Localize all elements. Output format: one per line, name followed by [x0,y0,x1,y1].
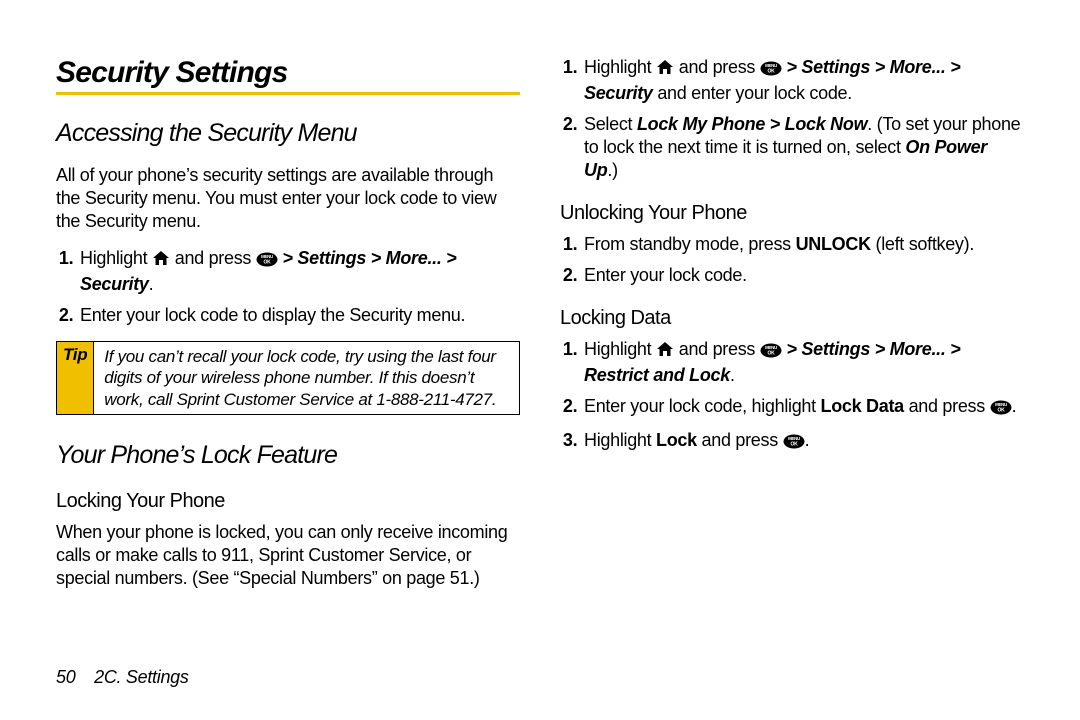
home-icon [152,249,170,272]
heading-lock-feature: Your Phone’s Lock Feature [56,441,520,470]
page-number: 50 [56,667,75,687]
step-1: Highlight and press MENUOK > Settings > … [582,56,1024,105]
manual-page: Security Settings Accessing the Security… [0,0,1080,720]
svg-text:OK: OK [997,408,1005,414]
svg-text:OK: OK [767,351,775,357]
step-1: From standby mode, press UNLOCK (left so… [582,233,1024,256]
svg-text:OK: OK [790,442,798,448]
right-column: Highlight and press MENUOK > Settings > … [560,56,1024,604]
tip-text: If you can’t recall your lock code, try … [94,342,519,414]
heading-locking-data: Locking Data [560,307,1024,330]
section-label: 2C. Settings [94,667,188,687]
svg-text:OK: OK [263,260,271,266]
home-icon [656,340,674,363]
step-1: Highlight and press MENUOK > Settings > … [78,247,520,296]
steps-lock-phone: Highlight and press MENUOK > Settings > … [560,56,1024,182]
steps-access-security: Highlight and press MENUOK > Settings > … [56,247,520,327]
ok-button-icon: MENUOK [760,341,782,364]
heading-locking-phone: Locking Your Phone [56,490,520,513]
heading-unlocking: Unlocking Your Phone [560,202,1024,225]
step-2: Enter your lock code, highlight Lock Dat… [582,395,1024,421]
step-3: Highlight Lock and press MENUOK . [582,429,1024,455]
svg-text:MENU: MENU [765,345,777,350]
columns: Security Settings Accessing the Security… [56,56,1024,604]
svg-text:OK: OK [767,69,775,75]
step-2: Select Lock My Phone > Lock Now. (To set… [582,113,1024,182]
steps-lock-data: Highlight and press MENUOK > Settings > … [560,338,1024,455]
svg-text:MENU: MENU [261,254,273,259]
svg-text:MENU: MENU [765,63,777,68]
page-footer: 50 2C. Settings [56,667,189,688]
home-icon [656,58,674,81]
intro-paragraph: All of your phone’s security settings ar… [56,164,520,233]
left-column: Security Settings Accessing the Security… [56,56,520,604]
ok-button-icon: MENUOK [256,250,278,273]
svg-text:MENU: MENU [788,436,800,441]
heading-accessing: Accessing the Security Menu [56,119,520,148]
step-2: Enter your lock code. [582,264,1024,287]
page-title: Security Settings [56,56,520,90]
ok-button-icon: MENUOK [783,432,805,455]
ok-button-icon: MENUOK [760,59,782,82]
ok-button-icon: MENUOK [990,398,1012,421]
tip-box: Tip If you can’t recall your lock code, … [56,341,520,415]
step-1: Highlight and press MENUOK > Settings > … [582,338,1024,387]
title-underline [56,92,520,95]
step-2: Enter your lock code to display the Secu… [78,304,520,327]
steps-unlock: From standby mode, press UNLOCK (left so… [560,233,1024,287]
tip-label: Tip [57,342,94,414]
svg-text:MENU: MENU [995,402,1007,407]
locking-para: When your phone is locked, you can only … [56,521,520,590]
